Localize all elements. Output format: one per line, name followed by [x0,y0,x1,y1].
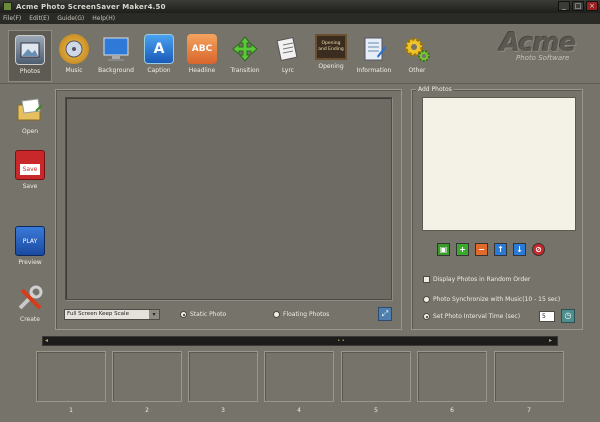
window-title: Acme Photo ScreenSaver Maker4.50 [16,2,166,11]
preview-area [65,97,392,300]
gears-icon [402,34,432,64]
lyrics-icon [273,34,303,64]
headline-icon: ABC [187,34,217,64]
timeline-thumb[interactable]: • • [331,338,351,344]
timeline-slot-3[interactable] [188,351,258,402]
sidebar-create[interactable]: Create [8,283,52,323]
music-icon [59,34,89,64]
timeline-slot-1[interactable] [36,351,106,402]
sync-music-radio[interactable]: Photo Synchronize with Music(10 - 15 sec… [423,296,560,303]
tool-lyrc[interactable]: Lyrc [266,30,310,82]
move-down-button[interactable]: ↓ [513,243,526,256]
slot-number: 2 [145,407,149,414]
radio-dot [180,311,187,318]
arrow-up-icon: ↑ [497,245,504,254]
tool-opening[interactable]: Opening and Ending Opening [309,30,353,82]
caption-icon: A [144,34,174,64]
tool-background[interactable]: Background [94,30,138,82]
timeline-slot-7[interactable] [494,351,564,402]
tool-music[interactable]: Music [52,30,96,82]
minimize-button[interactable]: _ [558,1,570,11]
arrow-down-icon: ↓ [516,245,523,254]
tool-transition[interactable]: Transition [223,30,267,82]
slot-number: 6 [450,407,454,414]
transition-icon [230,34,260,64]
interval-input[interactable]: 5 [539,311,555,322]
timer-button[interactable]: ◷ [561,309,575,323]
maximize-button[interactable]: □ [572,1,584,11]
delete-icon: ⊘ [535,245,542,254]
radio-dot [423,313,430,320]
menu-bar: File(F) Edit(E) Guide(G) Help(H) [0,13,600,24]
tool-other[interactable]: Other [395,30,439,82]
add-folder-button[interactable]: ▣ [437,243,450,256]
photo-list[interactable] [422,97,576,231]
timeline-slot-4[interactable] [264,351,334,402]
timeline-scrollbar[interactable]: ◂ • • ▸ [42,336,558,346]
add-folder-icon: ▣ [439,245,448,254]
slot-number: 4 [297,407,301,414]
clock-icon: ◷ [564,311,572,320]
plus-icon: + [459,245,466,254]
tool-photos[interactable]: Photos [8,30,52,82]
timeline-slot-5[interactable] [341,351,411,402]
open-folder-icon [15,95,45,125]
preview-clapper-icon: PLAY [15,226,45,256]
fullscreen-button[interactable]: ⤢ [378,307,392,321]
sidebar-open[interactable]: Open [8,95,52,135]
menu-edit[interactable]: Edit(E) [29,15,49,22]
chevron-down-icon: ▾ [149,310,159,319]
close-button[interactable]: × [586,1,598,11]
set-interval-radio[interactable]: Set Photo Interval Time (sec) [423,313,520,320]
slot-number: 7 [527,407,531,414]
scale-mode-select[interactable]: Full Screen Keep Scale ▾ [64,309,160,320]
floating-photos-radio[interactable]: Floating Photos [273,311,329,318]
create-tools-icon [15,283,45,313]
tool-headline[interactable]: ABC Headline [180,30,224,82]
app-icon [3,2,12,11]
radio-dot [423,296,430,303]
expand-icon: ⤢ [381,309,389,318]
clear-all-button[interactable]: ⊘ [532,243,545,256]
slot-number: 5 [374,407,378,414]
title-bar: Acme Photo ScreenSaver Maker4.50 _ □ × [0,0,600,13]
menu-file[interactable]: File(F) [3,15,21,22]
save-disk-icon: Save [15,150,45,180]
minus-icon: − [478,245,485,254]
slot-number: 3 [221,407,225,414]
scroll-left-icon[interactable]: ◂ [45,338,51,344]
remove-photo-button[interactable]: − [475,243,488,256]
scroll-right-icon[interactable]: ▸ [549,338,555,344]
photos-icon [15,35,45,65]
sidebar-preview[interactable]: PLAY Preview [8,226,52,266]
opening-icon: Opening and Ending [315,34,347,60]
menu-help[interactable]: Help(H) [92,15,115,22]
tool-information[interactable]: Information [352,30,396,82]
main-toolbar: Photos Music Background A Caption ABC He… [0,24,600,84]
acme-logo: Acme Photo Software [500,28,576,62]
static-photo-radio[interactable]: Static Photo [180,311,226,318]
sidebar-save[interactable]: Save Save [8,150,52,190]
radio-dot [273,311,280,318]
checkbox-box [423,276,430,283]
add-photo-button[interactable]: + [456,243,469,256]
add-photos-title: Add Photos [416,86,454,93]
slot-number: 1 [69,407,73,414]
random-order-checkbox[interactable]: Display Photos in Random Order [423,276,530,283]
monitor-icon [101,34,131,64]
photo-list-controls: ▣ + − ↑ ↓ ⊘ [437,243,545,256]
tool-caption[interactable]: A Caption [137,30,181,82]
timeline-slot-2[interactable] [112,351,182,402]
timeline-slot-6[interactable] [417,351,487,402]
menu-guide[interactable]: Guide(G) [57,15,84,22]
move-up-button[interactable]: ↑ [494,243,507,256]
information-icon [359,34,389,64]
